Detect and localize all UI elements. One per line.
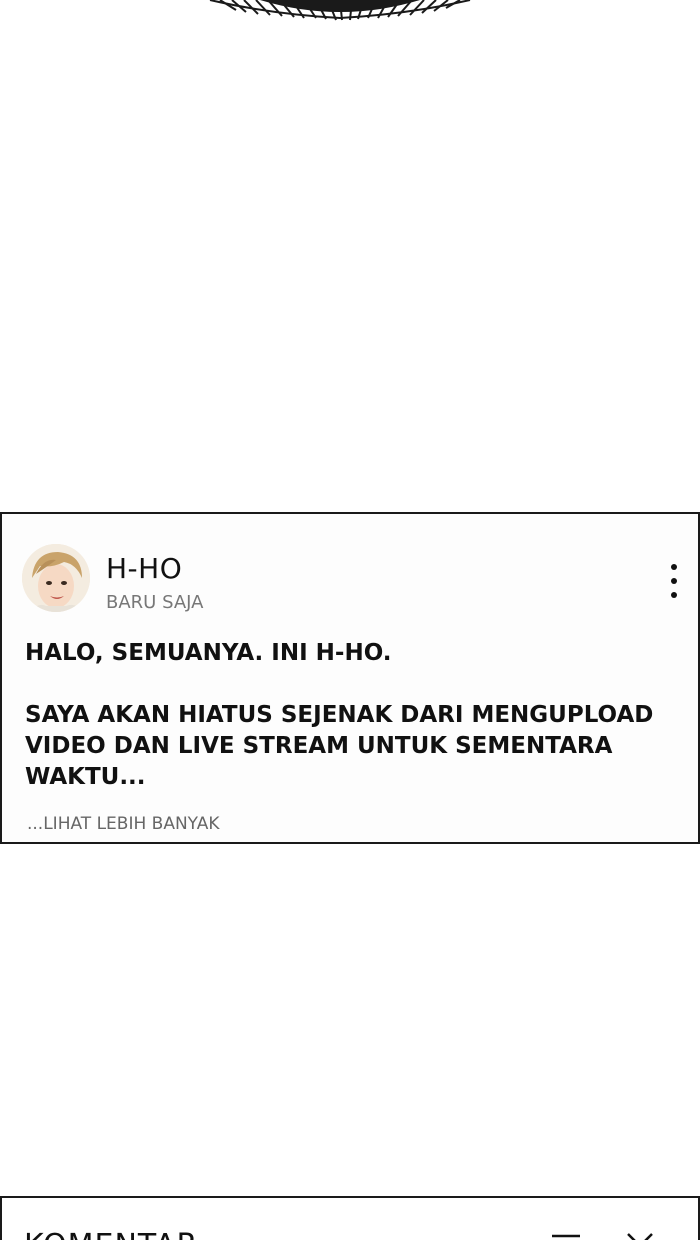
- more-vertical-icon[interactable]: [668, 564, 680, 598]
- post-body: HALO, SEMUANYA. INI H-HO. SAYA AKAN HIAT…: [25, 638, 675, 793]
- comments-panel: KOMENTAR: [0, 1196, 700, 1240]
- close-icon[interactable]: [624, 1230, 656, 1240]
- post-timestamp: BARU SAJA: [106, 592, 204, 613]
- avatar-portrait-icon: [22, 544, 90, 612]
- avatar[interactable]: [22, 544, 90, 612]
- hair-illustration: [209, 0, 471, 21]
- comic-page: H-HO BARU SAJA HALO, SEMUANYA. INI H-HO.…: [0, 0, 700, 1240]
- post-card: H-HO BARU SAJA HALO, SEMUANYA. INI H-HO.…: [0, 512, 700, 844]
- post-paragraph: HALO, SEMUANYA. INI H-HO.: [25, 640, 392, 666]
- sort-icon[interactable]: [550, 1232, 590, 1240]
- comments-title: KOMENTAR: [24, 1228, 198, 1240]
- see-more-link[interactable]: ...LIHAT LEBIH BANYAK: [27, 814, 220, 834]
- post-paragraph: SAYA AKAN HIATUS SEJENAK DARI MENGUPLOAD…: [25, 702, 654, 790]
- author-name[interactable]: H-HO: [106, 552, 182, 585]
